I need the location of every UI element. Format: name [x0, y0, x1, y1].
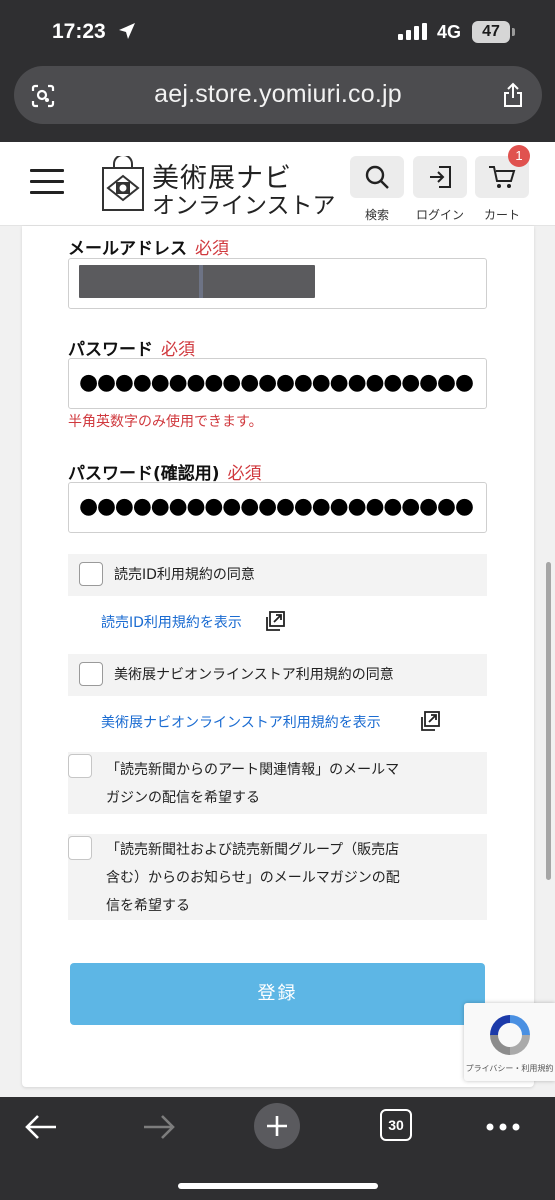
more-icon[interactable]	[486, 1123, 520, 1131]
plus-icon	[267, 1116, 287, 1136]
url-text[interactable]: aej.store.yomiuri.co.jp	[14, 80, 542, 109]
search-label[interactable]: 検索	[342, 206, 412, 223]
logo-text-line2[interactable]: オンラインストア	[152, 186, 336, 220]
password-dots: ●●●●●●●●●●●●●●●●●●●●●●	[79, 370, 474, 395]
store-terms-link[interactable]: 美術展ナビオンラインストア利用規約を表示	[101, 712, 381, 732]
redacted-email	[79, 265, 315, 298]
recaptcha-icon	[490, 1015, 530, 1055]
required-badge: 必須	[161, 340, 195, 360]
shopping-bag-logo-icon[interactable]	[100, 156, 146, 212]
web-page: 美術展ナビ オンラインストア 検索 ログイン カート 1 メールアドレス 必須 パ…	[0, 142, 555, 1097]
status-time: 17:23	[52, 20, 106, 43]
agree-yomiuri-id-row[interactable]: 読売ID利用規約の同意	[68, 554, 487, 596]
cart-icon	[489, 166, 516, 188]
search-button[interactable]	[350, 156, 404, 198]
browser-toolbar: 30	[0, 1097, 555, 1200]
newsletter-group-text[interactable]: 「読売新聞社および読売新聞グループ（販売店 含む）からのお知らせ」のメールマガジ…	[106, 836, 400, 920]
password-confirm-field[interactable]: ●●●●●●●●●●●●●●●●●●●●●●	[68, 482, 487, 533]
cart-label[interactable]: カート	[467, 206, 537, 223]
new-tab-button[interactable]	[254, 1103, 300, 1149]
agree-yomiuri-id-checkbox[interactable]	[79, 562, 103, 586]
cart-count-badge: 1	[508, 145, 530, 167]
email-label: メールアドレス 必須	[68, 239, 229, 259]
password-hint: 半角英数字のみ使用できます。	[68, 414, 263, 430]
recaptcha-badge[interactable]: プライバシー・利用規約	[464, 1003, 555, 1081]
password-confirm-dots: ●●●●●●●●●●●●●●●●●●●●●●	[79, 494, 474, 519]
recaptcha-footer[interactable]: プライバシー・利用規約	[464, 1063, 555, 1074]
external-link-icon[interactable]	[263, 609, 287, 633]
tabs-icon[interactable]: 30	[380, 1109, 412, 1141]
forward-arrow-icon[interactable]	[142, 1113, 176, 1141]
login-icon	[430, 166, 451, 188]
password-field[interactable]: ●●●●●●●●●●●●●●●●●●●●●●	[68, 358, 487, 409]
agree-yomiuri-id-text[interactable]: 読売ID利用規約の同意	[114, 561, 255, 589]
register-button[interactable]: 登録	[70, 963, 485, 1025]
agree-store-text[interactable]: 美術展ナビオンラインストア利用規約の同意	[114, 661, 394, 689]
network-type: 4G	[437, 22, 462, 42]
address-bar[interactable]: aej.store.yomiuri.co.jp	[14, 66, 542, 124]
login-label[interactable]: ログイン	[405, 206, 475, 223]
password-label: パスワード 必須	[68, 340, 195, 360]
status-bar: 17:23 4G 47	[0, 0, 555, 62]
newsletter-group-checkbox[interactable]	[68, 836, 92, 860]
required-badge: 必須	[195, 239, 229, 259]
email-field[interactable]	[68, 258, 487, 309]
agree-store-checkbox[interactable]	[79, 662, 103, 686]
search-icon	[365, 165, 389, 189]
back-arrow-icon[interactable]	[24, 1113, 58, 1141]
newsletter-art-text[interactable]: 「読売新聞からのアート関連情報」のメールマ ガジンの配信を希望する	[106, 756, 399, 812]
battery-level: 47	[472, 21, 510, 43]
share-icon[interactable]	[502, 82, 524, 108]
hamburger-icon[interactable]	[30, 169, 64, 195]
site-header: 美術展ナビ オンラインストア 検索 ログイン カート 1	[0, 142, 555, 226]
newsletter-art-checkbox[interactable]	[68, 754, 92, 778]
login-button[interactable]	[413, 156, 467, 198]
yomiuri-id-terms-link[interactable]: 読売ID利用規約を表示	[101, 612, 242, 632]
location-arrow-icon	[119, 23, 135, 39]
scrollbar[interactable]	[546, 562, 551, 880]
password-confirm-label: パスワード(確認用) 必須	[68, 464, 262, 484]
external-link-icon[interactable]	[418, 709, 442, 733]
agree-store-row[interactable]: 美術展ナビオンラインストア利用規約の同意	[68, 654, 487, 696]
home-indicator	[178, 1183, 378, 1189]
battery-tip	[512, 28, 515, 36]
newsletter-art-row[interactable]: 「読売新聞からのアート関連情報」のメールマ ガジンの配信を希望する	[68, 752, 487, 814]
newsletter-group-row[interactable]: 「読売新聞社および読売新聞グループ（販売店 含む）からのお知らせ」のメールマガジ…	[68, 834, 487, 920]
required-badge: 必須	[227, 464, 262, 484]
signal-icon	[398, 23, 427, 40]
